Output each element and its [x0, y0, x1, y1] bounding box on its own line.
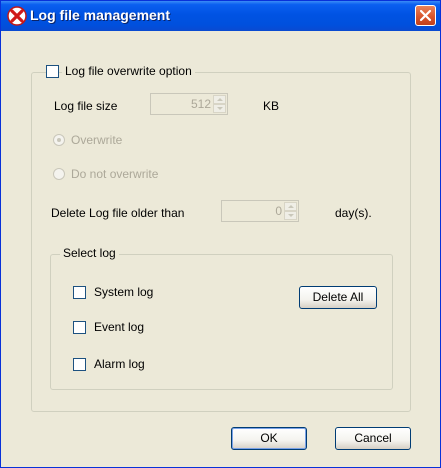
- red-x-logo-icon: [7, 6, 27, 26]
- do-not-overwrite-radio-label: Do not overwrite: [71, 167, 159, 181]
- overwrite-radio[interactable]: [53, 134, 65, 146]
- log-file-size-label: Log file size: [54, 99, 118, 113]
- overwrite-option-label: Log file overwrite option: [62, 64, 195, 78]
- system-log-checkbox[interactable]: [73, 286, 86, 299]
- event-log-checkbox[interactable]: [73, 321, 86, 334]
- alarm-log-checkbox[interactable]: [73, 358, 86, 371]
- delete-older-spin-buttons[interactable]: [284, 202, 297, 220]
- delete-all-button[interactable]: Delete All: [299, 286, 377, 309]
- spin-up-arrow-icon[interactable]: [284, 202, 297, 211]
- log-file-management-dialog: Log file management Log file overwrite o…: [0, 0, 441, 468]
- alarm-log-label: Alarm log: [94, 357, 145, 371]
- event-log-label: Event log: [94, 320, 145, 334]
- window-title: Log file management: [30, 7, 171, 23]
- title-bar[interactable]: Log file management: [1, 1, 440, 31]
- log-file-size-unit: KB: [263, 99, 280, 113]
- close-icon: [419, 9, 432, 22]
- delete-older-label: Delete Log file older than: [51, 206, 185, 220]
- ok-button[interactable]: OK: [231, 427, 307, 450]
- overwrite-radio-label: Overwrite: [71, 133, 123, 147]
- log-file-size-spinner[interactable]: 512: [150, 93, 228, 115]
- system-log-label: System log: [94, 285, 154, 299]
- delete-older-days-value: 0: [275, 204, 282, 218]
- close-button[interactable]: [415, 5, 436, 26]
- overwrite-option-checkbox[interactable]: [46, 65, 59, 78]
- delete-older-days-spinner[interactable]: 0: [221, 200, 299, 222]
- spin-down-arrow-icon[interactable]: [213, 104, 226, 113]
- log-file-size-value: 512: [190, 97, 211, 111]
- do-not-overwrite-radio[interactable]: [53, 168, 65, 180]
- select-log-legend: Select log: [60, 246, 119, 260]
- spin-up-arrow-icon[interactable]: [213, 95, 226, 104]
- log-file-size-spin-buttons[interactable]: [213, 95, 226, 113]
- delete-older-unit: day(s).: [335, 206, 372, 220]
- spin-down-arrow-icon[interactable]: [284, 211, 297, 220]
- cancel-button[interactable]: Cancel: [335, 427, 411, 450]
